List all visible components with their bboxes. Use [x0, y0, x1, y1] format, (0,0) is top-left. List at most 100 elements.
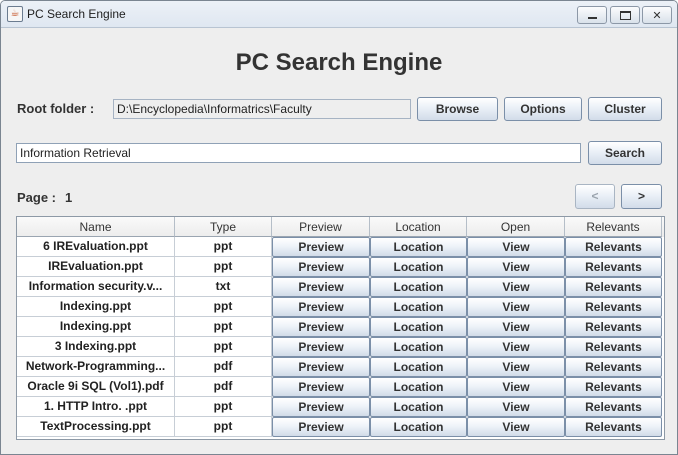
file-name-cell: Indexing.ppt — [17, 297, 175, 317]
close-button[interactable]: ✕ — [642, 6, 672, 24]
table-row[interactable]: TextProcessing.ppt ppt Preview Location View… — [17, 417, 664, 437]
file-name-cell: 6 IREvaluation.ppt — [17, 237, 175, 257]
preview-button[interactable]: Preview — [272, 237, 370, 257]
next-page-button[interactable]: > — [621, 184, 662, 209]
relevants-button[interactable]: Relevants — [565, 237, 662, 257]
column-header-open[interactable]: Open — [467, 217, 565, 237]
preview-button[interactable]: Preview — [272, 277, 370, 297]
location-button[interactable]: Location — [370, 237, 467, 257]
view-button[interactable]: View — [467, 317, 565, 337]
page-title: PC Search Engine — [235, 49, 443, 76]
file-name-cell: IREvaluation.ppt — [17, 257, 175, 277]
relevants-button[interactable]: Relevants — [565, 377, 662, 397]
maximize-icon — [619, 10, 631, 20]
view-button[interactable]: View — [467, 297, 565, 317]
file-type-cell: pdf — [175, 357, 272, 377]
view-button[interactable]: View — [467, 377, 565, 397]
file-type-cell: ppt — [175, 337, 272, 357]
title-bar[interactable]: ☕ PC Search Engine ✕ — [1, 1, 677, 28]
view-button[interactable]: View — [467, 277, 565, 297]
window-title: PC Search Engine — [27, 7, 126, 21]
file-name-cell: Network-Programming... — [17, 357, 175, 377]
table-row[interactable]: IREvaluation.ppt ppt Preview Location View Re… — [17, 257, 664, 277]
view-button[interactable]: View — [467, 417, 565, 437]
view-button[interactable]: View — [467, 257, 565, 277]
preview-button[interactable]: Preview — [272, 397, 370, 417]
table-row[interactable]: Network-Programming... pdf Preview Location… — [17, 357, 664, 377]
preview-button[interactable]: Preview — [272, 317, 370, 337]
cluster-button[interactable]: Cluster — [588, 97, 662, 121]
location-button[interactable]: Location — [370, 357, 467, 377]
column-header-relevants[interactable]: Relevants — [565, 217, 662, 237]
table-header: Name Type Preview Location Open Relevant… — [17, 217, 664, 237]
file-name-cell: TextProcessing.ppt — [17, 417, 175, 437]
search-input[interactable]: Information Retrieval — [16, 143, 581, 163]
file-type-cell: ppt — [175, 237, 272, 257]
table-row[interactable]: 1. HTTP Intro. .ppt ppt Preview Location Vie… — [17, 397, 664, 417]
file-type-cell: pdf — [175, 377, 272, 397]
view-button[interactable]: View — [467, 237, 565, 257]
minimize-button[interactable] — [577, 6, 607, 24]
table-body: 6 IREvaluation.ppt ppt Preview Location View… — [17, 237, 664, 437]
location-button[interactable]: Location — [370, 277, 467, 297]
relevants-button[interactable]: Relevants — [565, 277, 662, 297]
previous-page-button[interactable]: < — [575, 184, 615, 209]
root-folder-label: Root folder : — [17, 101, 95, 116]
relevants-button[interactable]: Relevants — [565, 297, 662, 317]
preview-button[interactable]: Preview — [272, 297, 370, 317]
file-name-cell: Information security.v... — [17, 277, 175, 297]
column-header-location[interactable]: Location — [370, 217, 467, 237]
location-button[interactable]: Location — [370, 397, 467, 417]
file-name-cell: Oracle 9i SQL (Vol1).pdf — [17, 377, 175, 397]
file-type-cell: ppt — [175, 317, 272, 337]
view-button[interactable]: View — [467, 397, 565, 417]
preview-button[interactable]: Preview — [272, 357, 370, 377]
location-button[interactable]: Location — [370, 297, 467, 317]
table-row[interactable]: Information security.v... txt Preview Locat… — [17, 277, 664, 297]
relevants-button[interactable]: Relevants — [565, 337, 662, 357]
file-type-cell: ppt — [175, 397, 272, 417]
location-button[interactable]: Location — [370, 337, 467, 357]
location-button[interactable]: Location — [370, 317, 467, 337]
options-button[interactable]: Options — [504, 97, 582, 121]
file-type-cell: ppt — [175, 417, 272, 437]
preview-button[interactable]: Preview — [272, 377, 370, 397]
view-button[interactable]: View — [467, 357, 565, 377]
relevants-button[interactable]: Relevants — [565, 417, 662, 437]
table-row[interactable]: Indexing.ppt ppt Preview Location View Releva… — [17, 297, 664, 317]
file-name-cell: 1. HTTP Intro. .ppt — [17, 397, 175, 417]
file-name-cell: Indexing.ppt — [17, 317, 175, 337]
table-row[interactable]: Oracle 9i SQL (Vol1).pdf pdf Preview Locati… — [17, 377, 664, 397]
preview-button[interactable]: Preview — [272, 417, 370, 437]
table-row[interactable]: Indexing.ppt ppt Preview Location View Releva… — [17, 317, 664, 337]
app-window: ☕ PC Search Engine ✕ PC Search Engine Ro… — [0, 0, 678, 455]
file-type-cell: ppt — [175, 257, 272, 277]
location-button[interactable]: Location — [370, 257, 467, 277]
column-header-preview[interactable]: Preview — [272, 217, 370, 237]
preview-button[interactable]: Preview — [272, 257, 370, 277]
root-folder-field[interactable]: D:\Encyclopedia\Informatrics\Faculty — [113, 99, 411, 119]
page-label: Page : — [17, 190, 57, 205]
results-table: Name Type Preview Location Open Relevant… — [16, 216, 665, 440]
maximize-button[interactable] — [610, 6, 640, 24]
table-row[interactable]: 6 IREvaluation.ppt ppt Preview Location View… — [17, 237, 664, 257]
location-button[interactable]: Location — [370, 377, 467, 397]
minimize-icon — [587, 17, 597, 19]
browse-button[interactable]: Browse — [417, 97, 498, 121]
location-button[interactable]: Location — [370, 417, 467, 437]
page-number: 1 — [65, 190, 73, 205]
preview-button[interactable]: Preview — [272, 337, 370, 357]
relevants-button[interactable]: Relevants — [565, 317, 662, 337]
relevants-button[interactable]: Relevants — [565, 257, 662, 277]
table-row[interactable]: 3 Indexing.ppt ppt Preview Location View Rele… — [17, 337, 664, 357]
close-icon: ✕ — [652, 8, 662, 22]
column-header-name[interactable]: Name — [17, 217, 175, 237]
java-cup-icon: ☕ — [7, 6, 23, 22]
column-header-type[interactable]: Type — [175, 217, 272, 237]
relevants-button[interactable]: Relevants — [565, 397, 662, 417]
search-button[interactable]: Search — [588, 141, 662, 165]
file-type-cell: ppt — [175, 297, 272, 317]
view-button[interactable]: View — [467, 337, 565, 357]
file-type-cell: txt — [175, 277, 272, 297]
relevants-button[interactable]: Relevants — [565, 357, 662, 377]
